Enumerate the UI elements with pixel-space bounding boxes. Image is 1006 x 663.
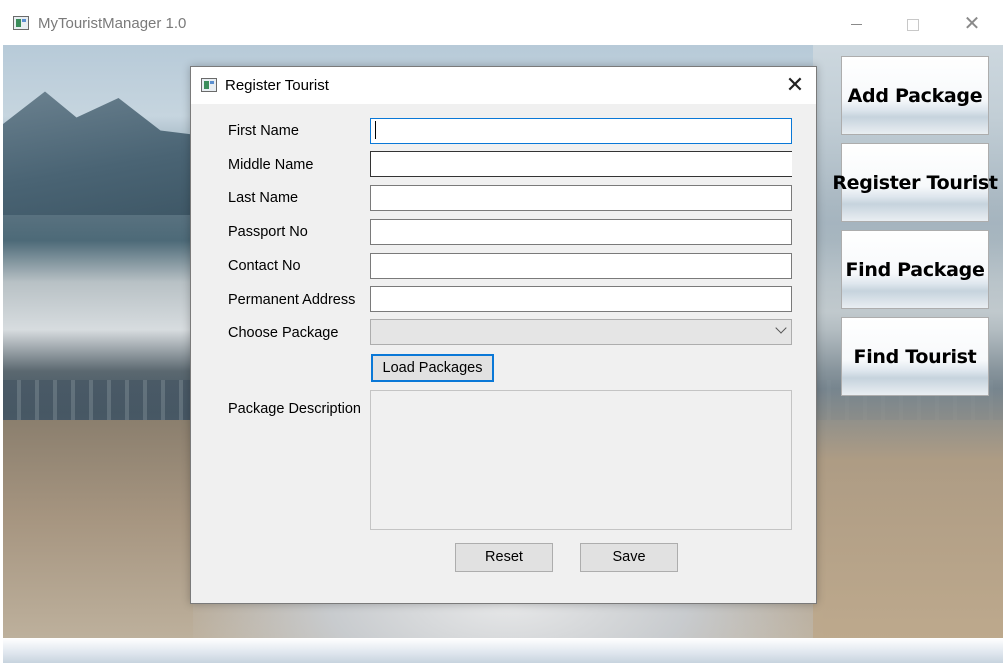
chevron-down-icon — [775, 322, 787, 334]
minimize-button[interactable] — [836, 10, 876, 38]
last-name-label: Last Name — [228, 190, 299, 206]
last-name-field[interactable] — [370, 185, 792, 211]
find-tourist-button[interactable]: Find Tourist — [841, 317, 989, 396]
dialog-titlebar[interactable]: Register Tourist ✕ — [191, 67, 816, 104]
reset-button[interactable]: Reset — [455, 543, 553, 572]
dialog-title: Register Tourist — [225, 77, 329, 94]
close-icon: ✕ — [785, 73, 805, 98]
background-bottom-strip — [3, 638, 1003, 663]
contact-no-field[interactable] — [370, 253, 792, 279]
register-tourist-dialog: Register Tourist ✕ First Name Middle Nam… — [190, 66, 817, 604]
package-description-label: Package Description — [228, 401, 361, 417]
choose-package-dropdown[interactable] — [370, 319, 792, 345]
first-name-label: First Name — [228, 123, 299, 139]
first-name-field[interactable] — [370, 118, 792, 144]
save-button[interactable]: Save — [580, 543, 678, 572]
passport-no-label: Passport No — [228, 224, 308, 240]
permanent-address-field[interactable] — [370, 286, 792, 312]
background-mountain — [3, 91, 213, 215]
choose-package-label: Choose Package — [228, 325, 339, 341]
add-package-button[interactable]: Add Package — [841, 56, 989, 135]
close-button[interactable]: ✕ — [952, 10, 992, 38]
maximize-icon — [907, 19, 919, 31]
app-title: MyTouristManager 1.0 — [38, 15, 187, 32]
register-tourist-button[interactable]: Register Tourist — [832, 143, 998, 222]
dialog-app-icon — [201, 78, 217, 92]
permanent-address-label: Permanent Address — [228, 292, 356, 308]
middle-name-label: Middle Name — [228, 157, 314, 173]
app-titlebar[interactable]: MyTouristManager 1.0 ✕ — [0, 0, 1006, 45]
app-icon — [13, 16, 29, 30]
middle-name-field[interactable] — [370, 151, 792, 177]
contact-no-label: Contact No — [228, 258, 301, 274]
find-package-button[interactable]: Find Package — [841, 230, 989, 309]
close-icon: ✕ — [963, 13, 981, 35]
maximize-button[interactable] — [893, 10, 933, 38]
text-caret — [375, 121, 376, 139]
package-description-box[interactable] — [370, 390, 792, 530]
main-window: MyTouristManager 1.0 ✕ Add Package Regis… — [0, 0, 1006, 663]
dialog-close-button[interactable]: ✕ — [777, 71, 813, 101]
minimize-icon — [850, 24, 862, 25]
passport-no-field[interactable] — [370, 219, 792, 245]
load-packages-button[interactable]: Load Packages — [371, 354, 494, 382]
